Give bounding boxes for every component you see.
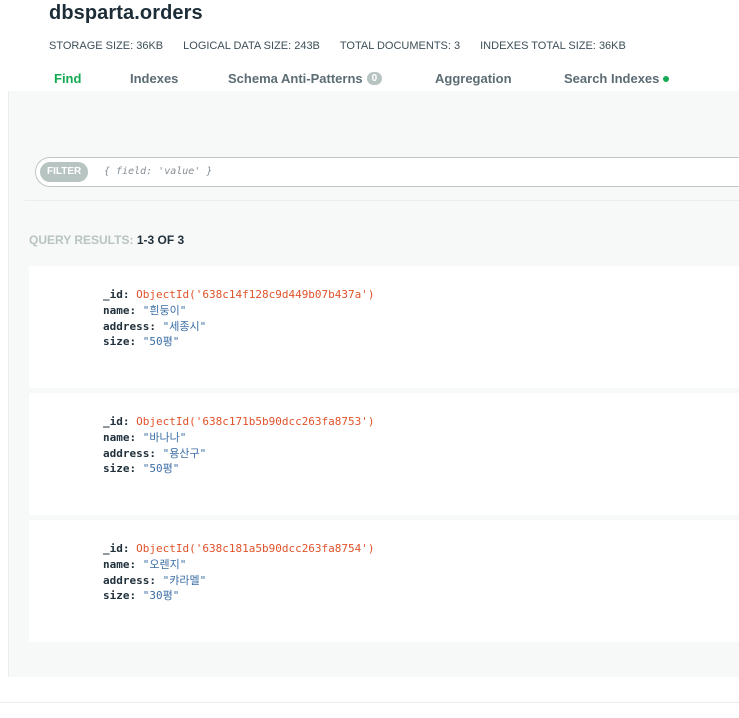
field-value: "용산구" [162, 446, 207, 460]
tab-indexes[interactable]: Indexes [130, 71, 178, 86]
field-value: "50평" [142, 335, 180, 349]
field-value: "캬라멜" [162, 573, 207, 587]
field-value: "50평" [142, 462, 180, 476]
object-id: ObjectId('638c181a5b90dcc263fa8754') [136, 542, 375, 555]
document-card[interactable]: _id: ObjectId('638c181a5b90dcc263fa8754'… [29, 520, 739, 642]
object-id: ObjectId('638c171b5b90dcc263fa8753') [136, 415, 375, 428]
schema-count-badge: 0 [366, 72, 383, 85]
object-id: ObjectId('638c14f128c9d449b07b437a') [136, 288, 375, 301]
results-count: 1-3 OF 3 [136, 233, 185, 247]
document-fields: _id: ObjectId('638c14f128c9d449b07b437a'… [103, 288, 375, 349]
tab-schema-anti-patterns[interactable]: Schema Anti-Patterns 0 [228, 71, 383, 86]
logical-data-size-stat: LOGICAL DATA SIZE: 243B [183, 40, 320, 52]
query-results-label: QUERY RESULTS: 1-3 OF 3 [29, 233, 185, 247]
storage-size-stat: STORAGE SIZE: 36KB [49, 40, 164, 52]
tab-search-indexes-label: Search Indexes [564, 71, 660, 86]
total-documents-stat: TOTAL DOCUMENTS: 3 [339, 40, 461, 52]
indexes-total-size-stat: INDEXES TOTAL SIZE: 36KB [480, 40, 626, 52]
collection-title: dbsparta.orders [49, 2, 203, 24]
field-value: "오렌지" [142, 557, 187, 571]
field-value: "흰둥이" [142, 303, 187, 317]
query-workspace: FILTER { field: 'value' } QUERY RESULTS:… [8, 91, 739, 677]
filter-bar: FILTER { field: 'value' } [35, 157, 739, 187]
field-value: "세종시" [162, 319, 207, 333]
divider [25, 200, 739, 201]
tab-schema-label: Schema Anti-Patterns [228, 71, 363, 86]
collection-stats: STORAGE SIZE: 36KB LOGICAL DATA SIZE: 24… [49, 40, 646, 52]
bottom-divider [0, 702, 739, 703]
document-card[interactable]: _id: ObjectId('638c171b5b90dcc263fa8753'… [29, 393, 739, 515]
filter-input[interactable]: { field: 'value' } [104, 158, 212, 186]
status-dot-icon [663, 75, 670, 82]
tab-aggregation[interactable]: Aggregation [435, 71, 512, 86]
field-value: "30평" [142, 589, 180, 603]
tab-find[interactable]: Find [54, 71, 81, 86]
field-value: "바나나" [142, 430, 187, 444]
document-fields: _id: ObjectId('638c171b5b90dcc263fa8753'… [103, 415, 375, 476]
filter-label: FILTER [40, 162, 89, 182]
tab-search-indexes[interactable]: Search Indexes [564, 71, 670, 86]
document-fields: _id: ObjectId('638c181a5b90dcc263fa8754'… [103, 542, 375, 603]
document-card[interactable]: _id: ObjectId('638c14f128c9d449b07b437a'… [29, 266, 739, 388]
